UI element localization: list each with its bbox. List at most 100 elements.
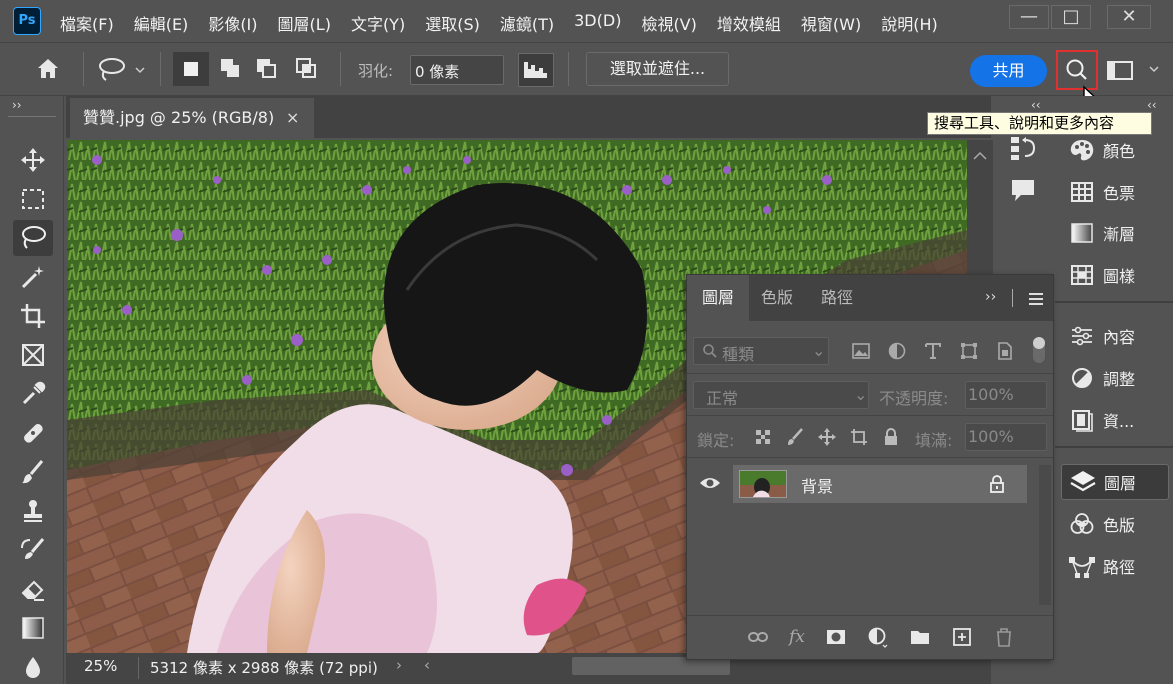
lock-pixels-icon[interactable] <box>785 427 805 447</box>
scroll-left-icon[interactable]: ‹ <box>424 656 430 674</box>
minimize-button[interactable]: — <box>1009 5 1049 29</box>
layer-name: 背景 <box>801 477 834 496</box>
new-layer-icon[interactable] <box>951 627 973 647</box>
tab-paths[interactable]: 路徑 <box>807 275 867 321</box>
anti-alias-button[interactable] <box>518 53 554 87</box>
menu-item-0[interactable]: 檔案(F) <box>60 11 114 35</box>
new-selection-button[interactable] <box>173 52 209 86</box>
dock-item-0[interactable]: 顏色 <box>1061 132 1169 168</box>
clone-stamp-tool[interactable] <box>13 493 53 529</box>
healing-brush-tool[interactable] <box>13 415 53 451</box>
gradient-tool[interactable] <box>13 610 53 646</box>
menu-item-2[interactable]: 影像(I) <box>208 11 257 35</box>
adjustment-filter-icon[interactable] <box>887 341 907 361</box>
lock-all-icon[interactable] <box>881 427 901 447</box>
menu-item-10[interactable]: 視窗(W) <box>801 11 861 35</box>
dock-item-5[interactable]: 調整 <box>1061 360 1169 396</box>
blur-tool[interactable] <box>13 649 53 684</box>
comments-icon[interactable] <box>1009 176 1037 208</box>
document-tab[interactable]: 贊贊.jpg @ 25% (RGB/8) × <box>70 98 314 138</box>
crop-tool[interactable] <box>13 298 53 334</box>
dock-collapse-button[interactable]: ‹‹ <box>1147 98 1157 112</box>
search-button[interactable] <box>1056 50 1098 90</box>
lasso-tool[interactable] <box>13 220 53 256</box>
add-mask-icon[interactable] <box>825 627 847 647</box>
dock-item-1[interactable]: 色票 <box>1061 174 1169 210</box>
move-tool[interactable] <box>13 142 53 178</box>
menu-item-8[interactable]: 檢視(V) <box>641 11 696 35</box>
subtract-from-selection-button[interactable] <box>250 52 286 86</box>
lasso-tool-preset-icon[interactable] <box>96 55 148 89</box>
feather-input[interactable]: 0 像素 <box>410 55 504 85</box>
eyedropper-tool[interactable] <box>13 376 53 412</box>
libraries-icon <box>1061 408 1103 432</box>
toolbar-collapse-button[interactable]: ›› <box>12 98 22 112</box>
blend-mode-select[interactable]: 正常 ⌄ <box>693 381 869 409</box>
palette-icon <box>1061 138 1103 162</box>
dock-item-3[interactable]: 圖樣 <box>1061 257 1169 293</box>
panel-collapse-button[interactable]: ‹‹ <box>1031 98 1041 112</box>
intersect-selection-button[interactable] <box>290 52 326 86</box>
eraser-tool[interactable] <box>13 571 53 607</box>
pixel-filter-icon[interactable] <box>851 341 871 361</box>
menu-item-11[interactable]: 說明(H) <box>881 11 938 35</box>
menu-item-7[interactable]: 3D(D) <box>574 11 621 35</box>
dock-item-7[interactable]: 圖層 <box>1061 464 1169 500</box>
workspace-switcher-icon[interactable] <box>1106 58 1166 88</box>
lock-artboard-icon[interactable] <box>849 427 869 447</box>
marquee-tool[interactable] <box>13 181 53 217</box>
document-info: 5312 像素 x 2988 像素 (72 ppi) <box>150 659 378 677</box>
close-tab-icon[interactable]: × <box>286 98 299 138</box>
history-brush-tool[interactable] <box>13 532 53 568</box>
tab-layers[interactable]: 圖層 <box>687 275 749 321</box>
type-filter-icon[interactable] <box>923 341 943 361</box>
menu-item-6[interactable]: 濾鏡(T) <box>500 11 554 35</box>
fill-input[interactable]: 100% <box>965 423 1047 451</box>
close-button[interactable]: ✕ <box>1107 5 1151 29</box>
new-group-folder-icon[interactable] <box>909 627 931 647</box>
menu-item-9[interactable]: 增效模組 <box>717 11 781 35</box>
link-layers-icon[interactable] <box>747 627 769 647</box>
lock-position-icon[interactable] <box>817 427 837 447</box>
select-and-mask-button[interactable]: 選取並遮住... <box>586 52 729 86</box>
dock-item-9[interactable]: 路徑 <box>1061 548 1169 584</box>
dock-item-8[interactable]: 色版 <box>1061 506 1169 542</box>
chevron-right-icon[interactable]: › <box>396 656 402 674</box>
history-icon[interactable] <box>1009 134 1037 166</box>
menu-item-5[interactable]: 選取(S) <box>425 11 480 35</box>
frame-tool[interactable] <box>13 337 53 373</box>
smart-object-filter-icon[interactable] <box>995 341 1015 361</box>
panel-expand-button[interactable]: ›› <box>985 289 996 305</box>
layer-row[interactable]: 背景 <box>733 465 1027 503</box>
lasso-icon <box>22 226 46 249</box>
visibility-eye-icon[interactable] <box>699 475 721 495</box>
lock-transparent-icon[interactable] <box>753 427 773 447</box>
magic-wand-tool[interactable] <box>13 259 53 295</box>
panel-menu-icon[interactable] <box>1028 291 1044 310</box>
menu-item-1[interactable]: 編輯(E) <box>134 11 189 35</box>
maximize-button[interactable]: □ <box>1051 5 1091 29</box>
layer-filter-select[interactable]: 種類 ⌄ <box>693 337 829 365</box>
delete-layer-trash-icon[interactable] <box>993 627 1015 647</box>
zoom-level[interactable]: 25% <box>84 657 117 675</box>
scroll-up-icon[interactable] <box>967 146 993 166</box>
new-adjustment-layer-icon[interactable] <box>867 626 889 648</box>
shape-filter-icon[interactable] <box>959 341 979 361</box>
opacity-input[interactable]: 100% <box>965 381 1047 409</box>
filter-toggle[interactable] <box>1033 337 1045 363</box>
layer-thumbnail <box>739 470 787 498</box>
layers-scrollbar[interactable] <box>1039 465 1051 605</box>
home-icon[interactable] <box>34 55 62 87</box>
layers-stack-icon <box>1062 469 1104 495</box>
tab-channels[interactable]: 色版 <box>749 275 805 321</box>
brush-tool[interactable] <box>13 454 53 490</box>
fx-icon[interactable]: fx <box>789 627 805 647</box>
dock-item-6[interactable]: 資... <box>1061 402 1169 438</box>
share-button[interactable]: 共用 <box>970 55 1047 87</box>
add-to-selection-button[interactable] <box>214 52 250 86</box>
menu-item-4[interactable]: 文字(Y) <box>351 11 405 35</box>
main-menu: 檔案(F) 編輯(E) 影像(I) 圖層(L) 文字(Y) 選取(S) 濾鏡(T) 3D(D)… <box>60 11 958 35</box>
dock-item-4[interactable]: 內容 <box>1061 318 1169 354</box>
dock-item-2[interactable]: 漸層 <box>1061 215 1169 251</box>
menu-item-3[interactable]: 圖層(L) <box>278 11 331 35</box>
